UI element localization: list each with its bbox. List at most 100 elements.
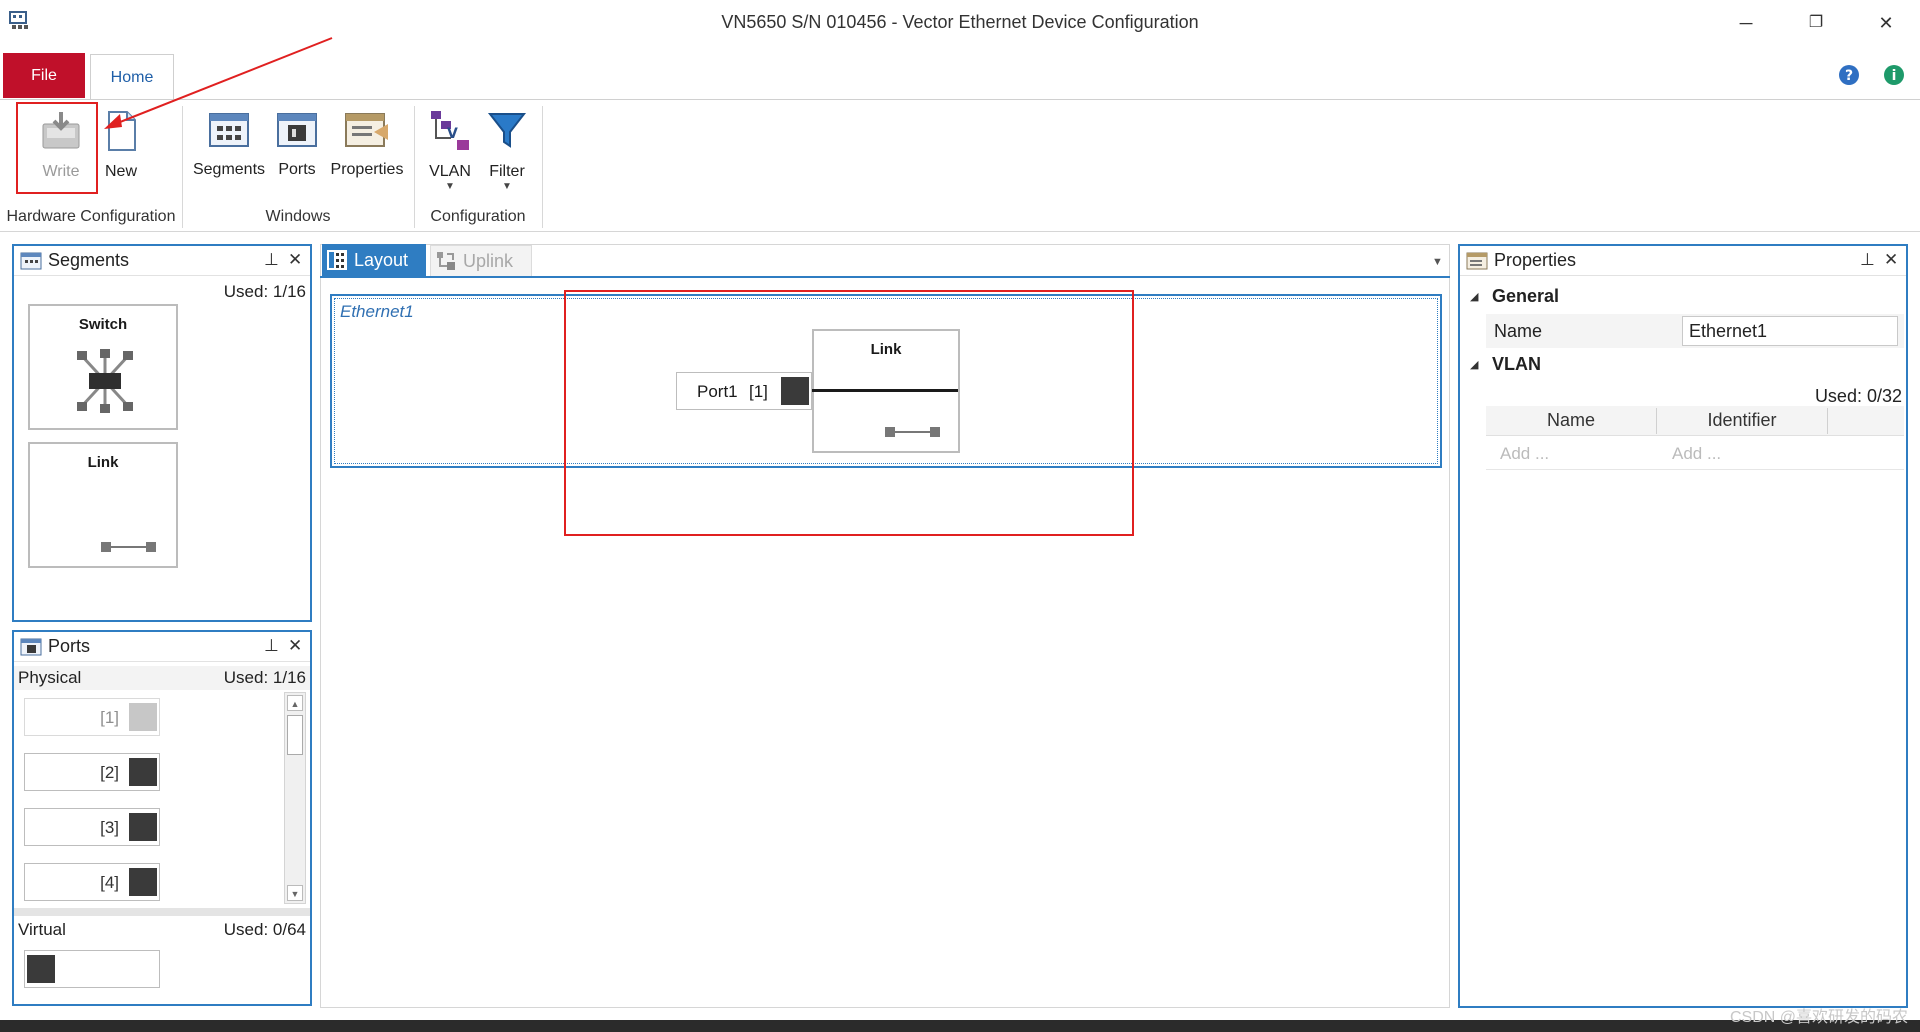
group-windows-label: Windows xyxy=(265,208,331,225)
close-panel-icon[interactable]: ✕ xyxy=(1884,250,1898,270)
physical-label: Physical xyxy=(18,668,82,687)
segment-card-link[interactable]: Link xyxy=(28,442,178,568)
close-panel-icon[interactable]: ✕ xyxy=(288,636,302,656)
app-window: VN5650 S/N 010456 - Vector Ethernet Devi… xyxy=(0,0,1920,1032)
scroll-down-icon[interactable]: ▼ xyxy=(287,885,303,901)
info-icon[interactable]: i xyxy=(1883,64,1905,86)
segment-card-switch[interactable]: Switch xyxy=(28,304,178,430)
col-identifier-header[interactable]: Identifier xyxy=(1657,410,1827,431)
properties-window-label: Properties xyxy=(330,161,404,178)
ports-panel-icon xyxy=(20,638,42,655)
properties-panel-title: Properties xyxy=(1494,250,1577,270)
vlan-used: Used: 0/32 xyxy=(1814,386,1902,406)
scroll-up-icon[interactable]: ▲ xyxy=(287,695,303,711)
add-identifier-cell[interactable]: Add ... xyxy=(1672,444,1721,464)
filter-button[interactable]: Filter ▼ xyxy=(482,108,532,192)
properties-panel-icon xyxy=(1466,252,1488,269)
tab-dropdown-icon[interactable]: ▼ xyxy=(1432,256,1443,268)
tab-uplink-label: Uplink xyxy=(463,250,514,271)
col-name-header[interactable]: Name xyxy=(1486,410,1656,431)
restore-button[interactable]: ❐ xyxy=(1796,6,1836,40)
tab-file[interactable]: File xyxy=(3,53,85,98)
tab-layout[interactable]: Layout xyxy=(322,244,426,276)
vlan-grid-header: Name Identifier xyxy=(1486,406,1904,436)
vlan-section: VLAN xyxy=(1492,354,1541,374)
segments-panel: Segments ⊥ ✕ Used: 1/16 Switch Link xyxy=(12,244,312,622)
close-panel-icon[interactable]: ✕ xyxy=(288,250,302,270)
properties-window-button[interactable]: Properties xyxy=(328,110,406,179)
segments-panel-icon xyxy=(20,252,42,269)
close-button[interactable]: ✕ xyxy=(1866,6,1906,40)
filter-icon xyxy=(487,113,527,148)
segment-name: Ethernet1 xyxy=(340,302,414,321)
annotation-highlight-box xyxy=(16,102,98,194)
new-label: New xyxy=(104,163,137,180)
segment-card-label: Link xyxy=(87,454,119,471)
svg-text:i: i xyxy=(1892,68,1897,84)
help-icon[interactable]: ? xyxy=(1838,64,1860,86)
virtual-port-icon xyxy=(27,955,55,983)
segments-window-label: Segments xyxy=(192,161,266,178)
tab-uplink[interactable]: Uplink xyxy=(430,245,532,277)
segment-card-label: Switch xyxy=(78,316,128,333)
port-number: [2] xyxy=(100,763,119,782)
tab-underline xyxy=(320,276,1450,278)
link-icon xyxy=(101,542,156,552)
ports-window-label: Ports xyxy=(278,161,316,178)
collapse-vlan-icon[interactable]: ◢ xyxy=(1470,358,1478,371)
col-divider xyxy=(1827,408,1828,434)
port-number: [4] xyxy=(100,873,119,892)
port-number: [1] xyxy=(100,708,119,727)
scroll-thumb[interactable] xyxy=(287,715,303,755)
port-number: [3] xyxy=(100,818,119,837)
layout-tab-icon xyxy=(327,250,347,270)
restore-icon: ❐ xyxy=(1808,14,1824,31)
pin-icon[interactable]: ⊥ xyxy=(264,636,279,656)
collapse-general-icon[interactable]: ◢ xyxy=(1470,290,1478,303)
segments-panel-title: Segments xyxy=(48,250,130,270)
ethernet-port-icon xyxy=(129,703,157,731)
ports-panel: Ports ⊥ ✕ Physical Used: 1/16 [1] [2] [3… xyxy=(12,630,312,1006)
tab-layout-label: Layout xyxy=(354,249,409,270)
minimize-button[interactable]: ─ xyxy=(1726,6,1766,40)
port-item[interactable]: [4] xyxy=(24,863,160,901)
filter-label: Filter xyxy=(489,163,525,180)
name-field[interactable]: Ethernet1 xyxy=(1682,316,1898,346)
pin-icon[interactable]: ⊥ xyxy=(264,250,279,270)
port-item[interactable]: [1] xyxy=(24,698,160,736)
add-name-cell[interactable]: Add ... xyxy=(1500,444,1549,464)
properties-panel-header: Properties xyxy=(1460,246,1906,276)
ports-scrollbar[interactable]: ▲ ▼ xyxy=(284,692,306,904)
group-configuration-label: Configuration xyxy=(430,208,526,225)
svg-text:?: ? xyxy=(1845,68,1853,84)
port-item[interactable]: [2] xyxy=(24,753,160,791)
properties-panel: Properties ⊥ ✕ ◢ General Name Ethernet1 … xyxy=(1458,244,1908,1008)
vlan-add-row[interactable]: Add ... Add ... xyxy=(1486,436,1904,470)
virtual-port-item[interactable] xyxy=(24,950,160,988)
window-title: VN5650 S/N 010456 - Vector Ethernet Devi… xyxy=(721,12,1199,32)
close-icon: ✕ xyxy=(1878,13,1894,33)
group-hardware-label: Hardware Configuration xyxy=(6,208,176,225)
filter-dropdown-icon: ▼ xyxy=(502,181,512,192)
name-field-value: Ethernet1 xyxy=(1689,321,1768,341)
ethernet-port-icon xyxy=(129,758,157,786)
vlan-button[interactable]: V VLAN ▼ xyxy=(422,108,478,192)
taskbar-strip xyxy=(0,1020,1920,1032)
physical-used: Used: 1/16 xyxy=(223,668,306,687)
annotation-arrow xyxy=(104,37,333,129)
vlan-icon: V xyxy=(431,111,469,150)
switch-icon xyxy=(77,349,133,413)
ethernet-port-icon xyxy=(129,813,157,841)
group-separator xyxy=(542,106,543,228)
ethernet-port-icon xyxy=(129,868,157,896)
port-item[interactable]: [3] xyxy=(24,808,160,846)
uplink-tab-icon xyxy=(437,252,455,270)
general-section: General xyxy=(1492,286,1560,306)
annotation-highlight-box xyxy=(564,290,1134,536)
minimize-icon: ─ xyxy=(1739,13,1753,33)
pin-icon[interactable]: ⊥ xyxy=(1860,250,1875,270)
vlan-label: VLAN xyxy=(429,163,471,180)
svg-text:V: V xyxy=(447,126,458,142)
virtual-used: Used: 0/64 xyxy=(223,920,306,939)
splitter-grip[interactable] xyxy=(14,908,310,916)
